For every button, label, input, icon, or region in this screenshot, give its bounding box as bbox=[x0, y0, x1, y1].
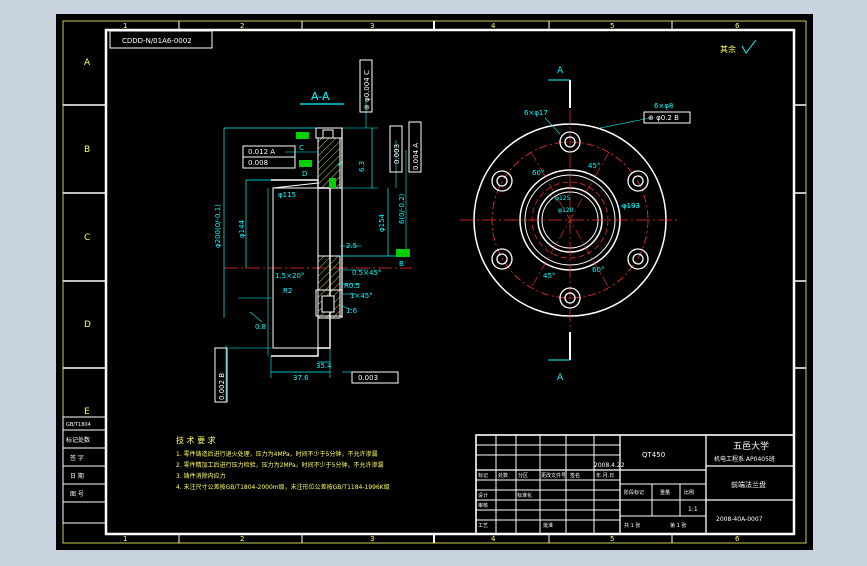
dim-chamfer: 1.5×20° bbox=[275, 272, 304, 280]
gdt-flat2-text: 0.008 bbox=[248, 159, 268, 167]
title-date: 2008.4.22 bbox=[594, 462, 625, 469]
title-part-name: 前端法兰盘 bbox=[731, 480, 766, 489]
tech-req-title: 技 术 要 求 bbox=[176, 435, 216, 445]
left-table-1: GB/T1804 bbox=[66, 422, 91, 428]
zone-row-c: C bbox=[84, 233, 90, 243]
zone-col-6-bottom: 6 bbox=[735, 535, 740, 543]
angle-60-left: 60° bbox=[532, 169, 544, 177]
title-row-change: 更改文件号 bbox=[541, 472, 566, 479]
title-sheet-of: 第 1 张 bbox=[670, 522, 686, 529]
gdt-top-text: ⊚ φ0.004 C bbox=[363, 70, 371, 110]
dim-rough: 1.6 bbox=[346, 307, 358, 315]
cut-label-bottom: A bbox=[557, 373, 564, 383]
drawing-code: CDDD-N/01A6-0002 bbox=[122, 37, 192, 45]
zone-col-2-bottom: 2 bbox=[240, 535, 244, 543]
title-scale-label: 比例 bbox=[684, 489, 694, 496]
dim-step: 2.5 bbox=[346, 242, 357, 250]
dim-pcd: φ193 bbox=[622, 202, 640, 210]
dim-fillet: R2 bbox=[283, 287, 292, 295]
title-dept: 机电工程系 AP0405班 bbox=[714, 455, 775, 463]
roughness-label: 其余 bbox=[720, 44, 736, 54]
title-review: 审核 bbox=[478, 502, 488, 509]
zone-row-b: B bbox=[84, 145, 90, 155]
gdt-right-flat-text: 0.004 A bbox=[412, 143, 420, 170]
tech-req-item-1: 1. 零件铸造后进行退火处理，压力为4MPa，时间不少于5分钟，不允许渗漏 bbox=[176, 450, 377, 458]
datum-a-flag bbox=[329, 178, 336, 188]
dim-inner2: φ120 bbox=[558, 207, 574, 214]
zone-col-3-bottom: 3 bbox=[370, 535, 374, 543]
title-sheet: 共 1 张 bbox=[624, 522, 640, 529]
left-table-4: 日 期 bbox=[70, 472, 84, 480]
dim-height: 6(0/-0.2) bbox=[398, 193, 406, 224]
zone-row-e: E bbox=[84, 407, 90, 417]
zone-col-5-top: 5 bbox=[610, 22, 614, 30]
angle-45-bottom: 45° bbox=[543, 272, 555, 280]
title-drawing-no: 2008-40A-0007 bbox=[716, 516, 763, 523]
dim-inner1: φ125 bbox=[555, 195, 571, 202]
dim-chamfer2: 1×45° bbox=[350, 292, 373, 300]
title-stage: 阶段标记 bbox=[624, 489, 644, 496]
dim-tol-note: 0.8 bbox=[255, 323, 266, 331]
left-table-3: 签 字 bbox=[70, 454, 84, 462]
dim-corner: R0.5 bbox=[344, 282, 360, 290]
left-table-5: 图 号 bbox=[70, 491, 84, 498]
title-process: 工艺 bbox=[478, 523, 488, 529]
gdt-perp-text: 0.003 bbox=[393, 144, 401, 164]
zone-col-1-top: 1 bbox=[123, 22, 127, 30]
gdt-bottom-right-text: 0.003 bbox=[358, 374, 378, 382]
title-row-count: 处数 bbox=[498, 472, 508, 479]
zone-col-4-bottom: 4 bbox=[491, 535, 496, 543]
zone-col-3-top: 3 bbox=[370, 22, 374, 30]
datum-c-flag bbox=[296, 132, 309, 139]
cut-label-top: A bbox=[557, 66, 564, 76]
zone-col-2-top: 2 bbox=[240, 22, 244, 30]
angle-45-top: 45° bbox=[588, 162, 600, 170]
dim-length1: 35.4 bbox=[316, 362, 332, 370]
dim-bore: φ144 bbox=[238, 219, 246, 238]
datum-b-flag bbox=[396, 249, 410, 257]
tech-req-item-2: 2. 零件精加工后进行压力检验，压力为2MPa，时间不少于5分钟，不允许渗漏 bbox=[176, 461, 383, 469]
holes-note: 6×φ17 bbox=[524, 109, 548, 117]
title-row-date: 年.月.日 bbox=[596, 472, 614, 479]
tech-req-item-4: 4. 未注尺寸公差按GB/T1804-2000m级，未注形位公差按GB/T118… bbox=[176, 483, 390, 491]
zone-col-4-top: 4 bbox=[491, 22, 496, 30]
gdt-flat1-text: 0.012 A bbox=[248, 148, 275, 156]
datum-d-flag bbox=[299, 160, 312, 167]
title-row-mark: 标记 bbox=[478, 472, 488, 479]
dim-length2: 37.6 bbox=[293, 374, 309, 382]
dim-pilot: φ115 bbox=[278, 191, 296, 199]
section-title: A-A bbox=[311, 90, 330, 103]
cad-drawing-viewport[interactable]: A B C D E 1 2 3 4 5 6 1 2 3 4 5 6 CDDD-N… bbox=[0, 0, 867, 562]
title-school: 五邑大学 bbox=[733, 440, 769, 452]
holes-note2: 6×φ8 bbox=[654, 102, 673, 110]
title-weight: 重量 bbox=[660, 489, 670, 496]
datum-a-label: A bbox=[338, 160, 343, 168]
tech-req-item-3: 3. 铸件消除内应力 bbox=[176, 472, 226, 480]
datum-b-label: B bbox=[399, 260, 404, 268]
title-row-sign: 签名 bbox=[570, 472, 580, 479]
title-std: 标准化 bbox=[517, 492, 532, 499]
title-material: QT450 bbox=[642, 451, 665, 459]
hole-position-text: ⊕ φ0.2 B bbox=[648, 114, 679, 122]
zone-row-d: D bbox=[84, 320, 91, 330]
datum-d-label: D bbox=[302, 170, 307, 178]
zone-col-1-bottom: 1 bbox=[123, 535, 127, 543]
datum-c-label: C bbox=[299, 144, 304, 152]
zone-col-6-top: 6 bbox=[735, 22, 740, 30]
left-table-2: 标记处数 bbox=[66, 436, 90, 444]
title-approve: 批准 bbox=[543, 522, 553, 529]
title-row-zone: 分区 bbox=[518, 472, 528, 479]
title-designer: 设计 bbox=[478, 492, 488, 499]
zone-row-a: A bbox=[84, 58, 91, 68]
dim-hub: φ154 bbox=[378, 213, 386, 232]
dim-od: φ200(0/-0.1) bbox=[214, 204, 222, 248]
dim-depth: 6.3 bbox=[358, 161, 366, 172]
title-scale: 1:1 bbox=[688, 506, 698, 513]
dim-groove: 0.5×45° bbox=[352, 269, 381, 277]
zone-col-5-bottom: 5 bbox=[610, 535, 614, 543]
gdt-bottom-left-text: 0.002 B bbox=[218, 373, 226, 400]
angle-60-right: 60° bbox=[592, 266, 604, 274]
